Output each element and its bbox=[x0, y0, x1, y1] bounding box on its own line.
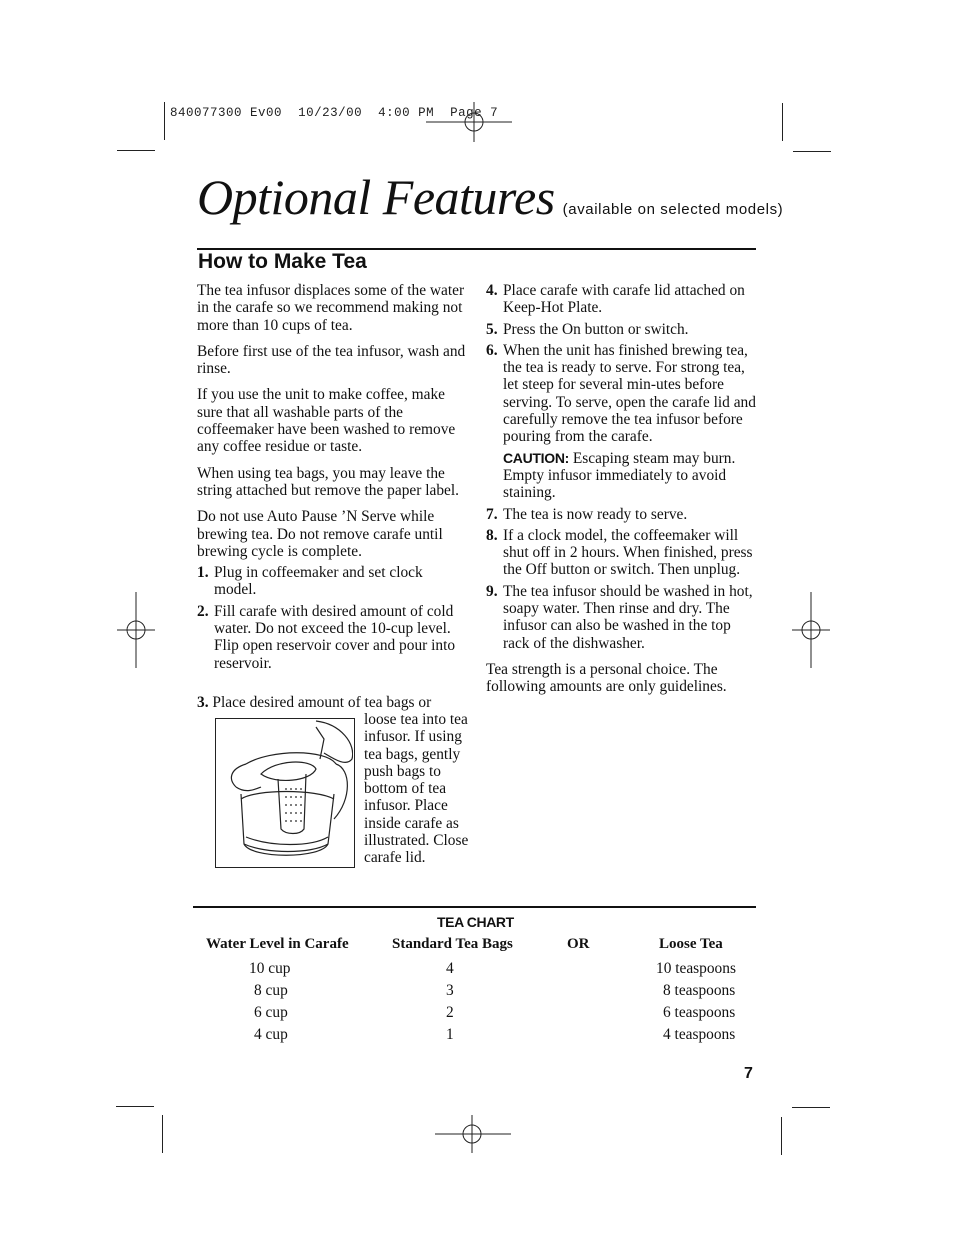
step-text: Plug in coffeemaker and set clock model. bbox=[214, 564, 423, 599]
step-number: 1. bbox=[197, 564, 209, 582]
step-item: 9. The tea infusor should be washed in h… bbox=[486, 583, 758, 652]
paragraph: If you use the unit to make coffee, make… bbox=[197, 386, 456, 456]
page-subtitle: (available on selected models) bbox=[562, 201, 784, 218]
paragraph: When using tea bags, you may leave the s… bbox=[197, 464, 459, 499]
left-column: The tea infusor displaces some of the wa… bbox=[197, 282, 467, 676]
right-column: 4. Place carafe with carafe lid attached… bbox=[486, 282, 758, 705]
slug-job-number: 840077300 bbox=[170, 106, 243, 120]
step-text: If a clock model, the coffeemaker will s… bbox=[503, 526, 753, 579]
table-cell: 10 cup bbox=[249, 960, 291, 977]
chart-divider bbox=[193, 906, 756, 908]
crop-mark bbox=[782, 103, 783, 141]
table-cell: 6 cup bbox=[254, 1004, 288, 1021]
registration-mark-icon bbox=[117, 592, 155, 668]
table-cell: 2 bbox=[446, 1004, 454, 1021]
slug-time: 4:00 PM bbox=[378, 106, 435, 120]
crop-mark bbox=[164, 102, 165, 140]
step-item: 4. Place carafe with carafe lid attached… bbox=[486, 282, 758, 317]
page-header: Optional Features (available on selected… bbox=[197, 168, 783, 226]
step-text: Place desired amount of tea bags or bbox=[212, 694, 432, 711]
carafe-icon bbox=[230, 720, 354, 856]
table-header: Standard Tea Bags bbox=[392, 936, 513, 952]
table-cell: 6 teaspoons bbox=[663, 1004, 736, 1021]
paragraph: Before first use of the tea infusor, was… bbox=[197, 342, 466, 378]
registration-mark-icon bbox=[435, 1115, 511, 1153]
table-cell: 4 bbox=[446, 960, 454, 977]
step-text: The tea infusor should be washed in hot,… bbox=[503, 582, 753, 652]
step-number: 3. bbox=[197, 694, 209, 711]
step-text: Press the On button or switch. bbox=[503, 320, 689, 338]
table-cell: 1 bbox=[446, 1026, 454, 1043]
table-cell: 10 teaspoons bbox=[656, 960, 736, 977]
section-title: How to Make Tea bbox=[198, 250, 367, 273]
step-text: Place carafe with carafe lid attached on… bbox=[503, 282, 745, 317]
slug-version: Ev00 bbox=[250, 106, 283, 120]
step-number: 7. bbox=[486, 505, 498, 523]
table-cell: 8 cup bbox=[254, 982, 288, 999]
slug-page: Page 7 bbox=[450, 106, 499, 120]
table-cell: 4 cup bbox=[254, 1026, 288, 1043]
step-text: The tea is now ready to serve. bbox=[503, 505, 688, 523]
step-item: 1. Plug in coffeemaker and set clock mod… bbox=[197, 564, 467, 599]
print-slug: 840077300 Ev00 10/23/00 4:00 PM Page 7 bbox=[170, 106, 498, 120]
carafe-with-tea-infusor-illustration bbox=[215, 718, 355, 868]
page-title: Optional Features bbox=[197, 169, 555, 225]
step-number: 4. bbox=[486, 282, 498, 299]
table-header: Water Level in Carafe bbox=[206, 936, 349, 952]
crop-mark bbox=[162, 1115, 163, 1153]
step-number: 9. bbox=[486, 582, 498, 600]
step-text: Fill carafe with desired amount of cold … bbox=[214, 602, 456, 672]
crop-mark bbox=[792, 1107, 830, 1108]
slug-date: 10/23/00 bbox=[298, 106, 363, 120]
step-number: 5. bbox=[486, 320, 498, 338]
step-number: 2. bbox=[197, 602, 209, 620]
table-cell: 4 teaspoons bbox=[663, 1026, 736, 1043]
crop-mark bbox=[781, 1117, 782, 1155]
table-cell: 8 teaspoons bbox=[663, 982, 736, 999]
paragraph: Tea strength is a personal choice. The f… bbox=[486, 660, 727, 696]
crop-mark bbox=[117, 150, 155, 151]
step-item: 5. Press the On button or switch. bbox=[486, 321, 758, 338]
paragraph: Do not use Auto Pause ’N Serve while bre… bbox=[197, 508, 443, 560]
table-cell: 3 bbox=[446, 982, 454, 999]
step-number: 6. bbox=[486, 341, 498, 359]
step-item: 3. Place desired amount of tea bags or bbox=[197, 694, 467, 711]
step-text-continued: loose tea into tea infusor. If using tea… bbox=[364, 711, 469, 867]
caution-label: CAUTION: bbox=[503, 449, 570, 466]
crop-mark bbox=[793, 151, 831, 152]
tea-chart-title: TEA CHART bbox=[437, 914, 514, 930]
page-number: 7 bbox=[744, 1065, 753, 1082]
table-header: OR bbox=[567, 936, 590, 952]
paragraph: The tea infusor displaces some of the wa… bbox=[197, 282, 465, 334]
step-item: 8. If a clock model, the coffeemaker wil… bbox=[486, 527, 758, 579]
crop-mark bbox=[116, 1106, 154, 1107]
step-item: 2. Fill carafe with desired amount of co… bbox=[197, 603, 467, 672]
step-text: When the unit has finished brewing tea, … bbox=[503, 341, 756, 446]
registration-mark-icon bbox=[792, 592, 830, 668]
step-item: 7. The tea is now ready to serve. bbox=[486, 506, 758, 523]
table-header: Loose Tea bbox=[659, 936, 723, 952]
step-item: 6. When the unit has finished brewing te… bbox=[486, 342, 758, 446]
step-number: 8. bbox=[486, 526, 498, 544]
caution-note: CAUTION: Escaping steam may burn. Empty … bbox=[503, 450, 758, 502]
